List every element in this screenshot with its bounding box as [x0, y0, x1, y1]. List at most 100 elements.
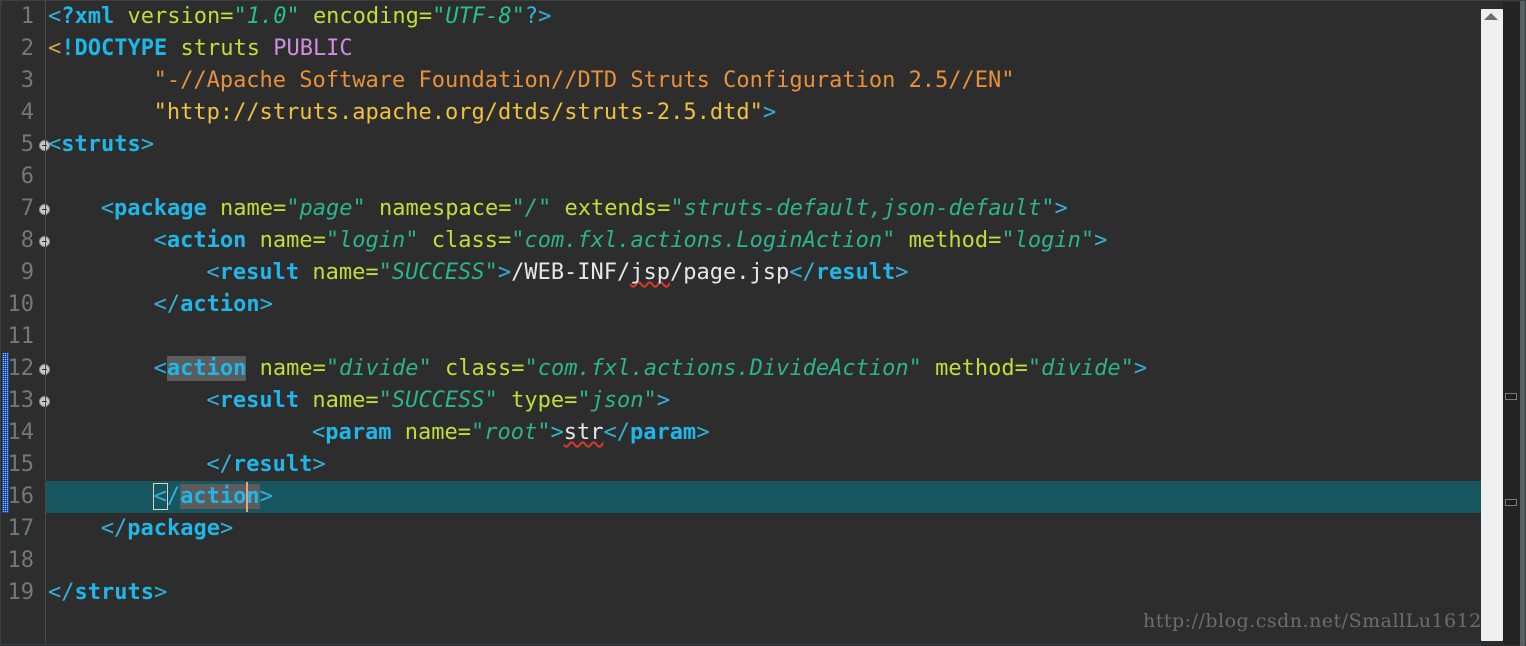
code-token: = [365, 388, 379, 413]
line-number: 10 [7, 292, 35, 317]
code-token: </ [603, 420, 630, 445]
code-token: > [696, 420, 710, 445]
code-token: name [404, 420, 458, 445]
line-number: 14 [7, 420, 35, 445]
code-token: </ [100, 516, 128, 541]
code-token: = [988, 228, 1002, 253]
code-line[interactable]: <?xml version="1.0" encoding="UTF-8"?> [48, 1, 551, 33]
code-token: = [365, 260, 379, 285]
code-token: = [312, 356, 326, 381]
code-token: "page" [286, 196, 366, 221]
code-token: > [1094, 228, 1108, 253]
code-token: action [166, 356, 247, 381]
code-token: "/" [511, 196, 552, 221]
marker-tick[interactable] [1505, 393, 1517, 400]
line-number: 2 [20, 36, 34, 61]
code-token: "login" [325, 228, 419, 253]
code-line[interactable]: <!DOCTYPE struts PUBLIC [48, 33, 353, 65]
vcs-changed-lines-marker[interactable] [2, 353, 9, 513]
scroll-up-arrow-icon[interactable] [1484, 13, 1498, 20]
code-token: = [498, 196, 512, 221]
code-token: name [259, 228, 313, 253]
code-token: "com.fxl.actions.LoginAction" [511, 228, 896, 253]
code-line[interactable]: "-//Apache Software Foundation//DTD Stru… [154, 65, 1015, 97]
vertical-scrollbar-thumb[interactable] [1481, 9, 1503, 641]
code-line[interactable]: <struts> [48, 129, 154, 161]
line-number: 8 [20, 228, 34, 253]
code-line[interactable]: <result name="SUCCESS" type="json"> [206, 385, 670, 417]
code-token: jsp [630, 260, 671, 285]
line-number-gutter[interactable]: 1 2 3 4 5 6 7 8 9 10 11 12 13 14 15 16 17 18 19 [7, 1, 50, 644]
code-line[interactable]: <param name="root">str</param> [312, 417, 709, 449]
code-token: result [815, 260, 896, 285]
code-line[interactable]: </action> [152, 481, 273, 513]
code-token: "http://struts.apache.org/dtds/struts-2.… [153, 100, 763, 125]
code-token: > [220, 516, 234, 541]
code-line[interactable]: </package> [101, 513, 233, 545]
code-token: jsp [749, 260, 790, 285]
marker-tick[interactable] [1505, 499, 1517, 506]
code-token: action [166, 228, 247, 253]
code-token: < [312, 420, 326, 445]
code-token: > [312, 452, 326, 477]
code-line[interactable]: </struts> [48, 577, 167, 609]
code-token: encoding [312, 4, 419, 29]
code-token: "divide" [325, 356, 432, 381]
blog-watermark: http://blog.csdn.net/SmallLu161226 [1142, 610, 1507, 632]
code-line[interactable]: <package name="page" namespace="/" exten… [101, 193, 1068, 225]
xml-code-editor[interactable]: 1 2 3 4 5 6 7 8 9 10 11 12 13 14 15 16 17 18 19 <?xml vers… [0, 0, 1526, 646]
code-line[interactable]: </action> [154, 289, 273, 321]
vcs-change-strip[interactable] [2, 1, 9, 644]
code-token: /WEB-INF/ [511, 260, 631, 285]
code-token: = [511, 356, 525, 381]
code-token: namespace [378, 196, 499, 221]
code-token: result [219, 260, 300, 285]
code-token: struts [74, 580, 154, 605]
code-token: ?xml [61, 4, 115, 29]
code-token: < [206, 260, 220, 285]
code-token: = [273, 196, 287, 221]
code-token: < [152, 483, 168, 510]
code-line[interactable]: <result name="SUCCESS">/WEB-INF/jsp/page… [206, 257, 908, 289]
code-content-area[interactable]: <?xml version="1.0" encoding="UTF-8"?> <!… [46, 1, 1525, 644]
code-token: "login" [1001, 228, 1095, 253]
code-token: !DOCTYPE [61, 36, 168, 61]
code-token: "com.fxl.actions.DivideAction" [524, 356, 922, 381]
line-number: 17 [7, 516, 35, 541]
code-line[interactable]: <action name="divide" class="com.fxl.act… [154, 353, 1147, 385]
code-token: > [259, 292, 273, 317]
text-caret [246, 482, 248, 512]
window-right-edge [1520, 1, 1525, 646]
code-token: ?> [524, 4, 552, 29]
line-number: 15 [7, 452, 35, 477]
code-token: "root" [470, 420, 551, 445]
line-number: 5 [20, 132, 34, 157]
code-token: > [656, 388, 671, 413]
code-token: < [48, 4, 62, 29]
code-token: </ [206, 452, 233, 477]
code-token: > [140, 132, 154, 157]
code-token: < [153, 228, 167, 253]
gutter-separator [45, 1, 46, 644]
code-token: method [935, 356, 1015, 381]
code-token: / [166, 484, 181, 509]
code-token: class [445, 356, 512, 381]
code-line[interactable]: <action name="login" class="com.fxl.acti… [154, 225, 1108, 257]
code-token: name [312, 260, 366, 285]
code-token: PUBLIC [273, 36, 353, 61]
error-marker-gutter[interactable] [1503, 2, 1520, 645]
line-number: 4 [20, 100, 34, 125]
code-token: </ [153, 292, 181, 317]
code-line[interactable]: "http://struts.apache.org/dtds/struts-2.… [154, 97, 777, 129]
code-token: /page. [670, 260, 750, 285]
code-token: param [325, 420, 392, 445]
code-line[interactable]: </result> [206, 449, 325, 481]
